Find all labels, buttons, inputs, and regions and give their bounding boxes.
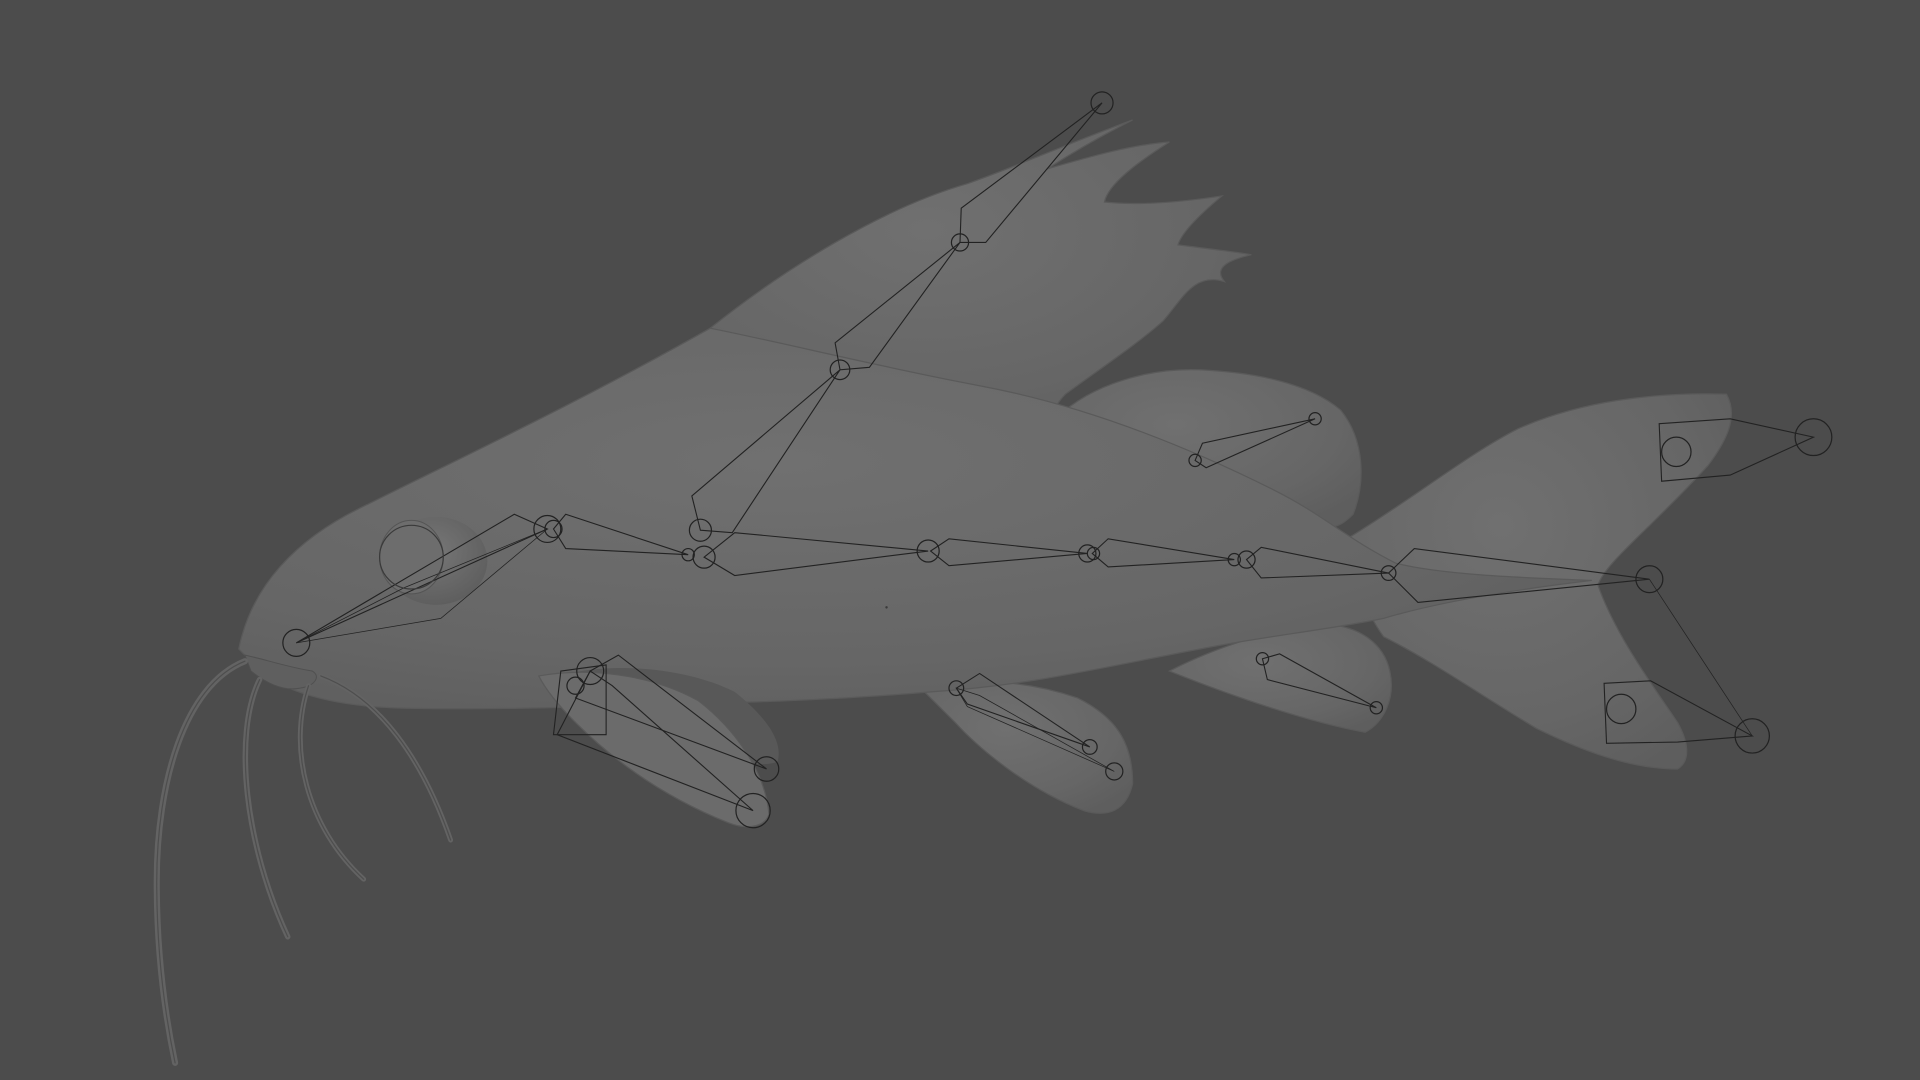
barbel-1 [153, 658, 248, 1066]
eye-highlight [379, 519, 444, 595]
catfish-mesh[interactable] [153, 119, 1733, 1066]
barbel-3 [297, 683, 367, 882]
pelvic-fin[interactable] [919, 680, 1134, 814]
barbel-2 [242, 676, 291, 940]
3d-viewport[interactable] [0, 0, 1920, 1080]
vertex-dot [885, 606, 888, 609]
barbel-1-edge [156, 660, 246, 1064]
barbels[interactable] [153, 658, 454, 1066]
viewport-canvas[interactable] [0, 0, 1920, 1080]
barbel-3-edge [299, 685, 365, 880]
